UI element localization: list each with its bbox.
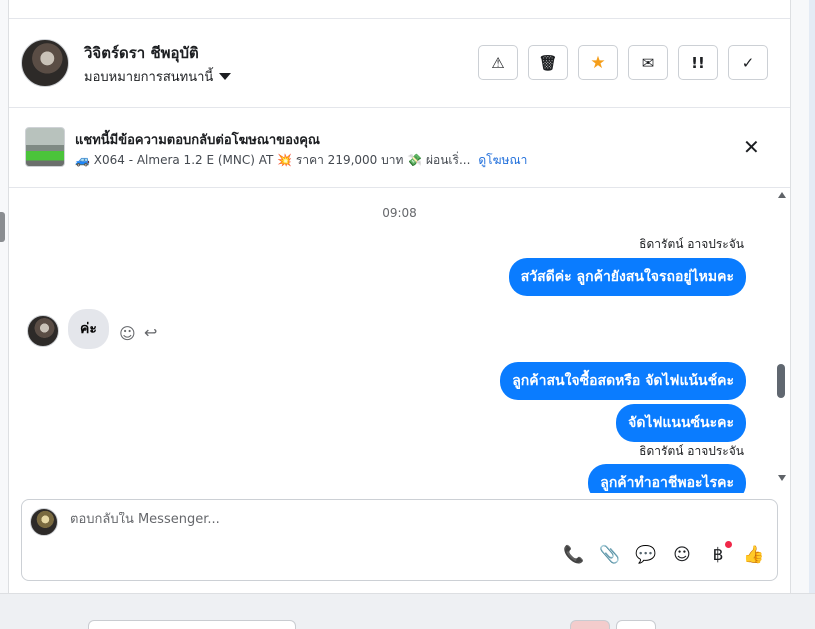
reply-arrow-icon[interactable]: ↩ bbox=[144, 323, 157, 342]
mark-done-button[interactable]: ✓ bbox=[728, 45, 768, 80]
banner-title: แชทนี้มีข้อความตอบกลับต่อโฆษณาของคุณ bbox=[75, 133, 320, 148]
scroll-thumb[interactable] bbox=[777, 364, 785, 398]
baht-icon: ฿ bbox=[712, 545, 724, 565]
phone-plus-icon: 📞 bbox=[563, 545, 585, 565]
attach-button[interactable]: 📎 bbox=[599, 544, 621, 566]
outgoing-message[interactable]: จัดไฟแนนซ์นะคะ bbox=[616, 404, 746, 442]
report-spam-button[interactable]: ⚠ bbox=[478, 45, 518, 80]
contact-avatar[interactable] bbox=[21, 39, 69, 87]
payment-button[interactable]: ฿ bbox=[707, 541, 732, 566]
banner-subtitle: 🚙 X064 - Almera 1.2 E (MNC) AT 💥 ราคา 21… bbox=[75, 151, 527, 170]
page-avatar bbox=[30, 508, 58, 536]
star-button[interactable]: ★ bbox=[578, 45, 618, 80]
contact-avatar-small[interactable] bbox=[27, 315, 59, 347]
header-actions: ⚠ 🗑 ★ ✉ !! ✓ bbox=[478, 45, 768, 80]
follow-up-button[interactable]: !! bbox=[678, 45, 718, 80]
message-thread[interactable]: 09:08 ธิดารัตน์ อาจประจัน สวัสดีค่ะ ลูกค… bbox=[9, 188, 790, 493]
incoming-message[interactable]: ค่ะ bbox=[68, 309, 109, 349]
exclamation-icon: !! bbox=[691, 53, 705, 72]
envelope-icon: ✉ bbox=[641, 53, 655, 72]
view-ad-link[interactable]: ดูโฆษณา bbox=[478, 151, 527, 170]
taskbar-item[interactable] bbox=[570, 620, 610, 629]
smiley-icon: ☺ bbox=[673, 545, 691, 565]
outgoing-message[interactable]: ลูกค้าสนใจซื้อสดหรือ จัดไฟแน้นช์คะ bbox=[500, 362, 746, 400]
check-icon: ✓ bbox=[741, 53, 755, 72]
notification-dot bbox=[725, 541, 732, 548]
close-icon[interactable]: ✕ bbox=[743, 135, 760, 159]
composer-toolbar: 📞 📎 💬 ☺ ฿ 👍 bbox=[563, 541, 765, 566]
delete-button[interactable]: 🗑 bbox=[528, 45, 568, 80]
conversation-header: วิจิตร์ดรา ชีพอุบัติ มอบหมายการสนทนานี้ … bbox=[9, 19, 790, 108]
assign-label: มอบหมายการสนทนานี้ bbox=[84, 70, 214, 85]
ad-reply-banner: แชทนี้มีข้อความตอบกลับต่อโฆษณาของคุณ 🚙 X… bbox=[9, 108, 790, 188]
paperclip-icon: 📎 bbox=[599, 545, 621, 565]
like-button[interactable]: 👍 bbox=[743, 544, 765, 566]
trash-icon: 🗑 bbox=[538, 53, 558, 72]
message-scrollbar[interactable] bbox=[775, 188, 787, 493]
taskbar bbox=[0, 593, 815, 629]
assign-dropdown[interactable]: มอบหมายการสนทนานี้ bbox=[84, 66, 232, 87]
left-panel-edge bbox=[0, 0, 9, 593]
left-scroll-handle[interactable] bbox=[0, 212, 5, 242]
chat-bubble-icon: 💬 bbox=[635, 545, 657, 565]
outgoing-message[interactable]: สวัสดีค่ะ ลูกค้ายังสนใจรถอยู่ไหมคะ bbox=[508, 258, 746, 296]
saved-replies-button[interactable]: 💬 bbox=[635, 544, 657, 566]
caret-down-icon bbox=[219, 73, 232, 80]
taskbar-item[interactable] bbox=[88, 620, 296, 629]
reply-composer: 📞 📎 💬 ☺ ฿ 👍 bbox=[21, 499, 778, 581]
sender-name: ธิดารัตน์ อาจประจัน bbox=[639, 444, 744, 458]
taskbar-item[interactable] bbox=[616, 620, 656, 629]
ad-thumbnail[interactable] bbox=[25, 127, 65, 167]
outgoing-message[interactable]: ลูกค้าทำอาชีพอะไรคะ bbox=[588, 464, 746, 493]
star-icon: ★ bbox=[590, 52, 606, 73]
reply-input[interactable] bbox=[70, 512, 750, 527]
react-smiley-icon[interactable]: ☺ bbox=[119, 324, 136, 343]
mark-unread-button[interactable]: ✉ bbox=[628, 45, 668, 80]
thumbs-up-icon: 👍 bbox=[743, 545, 765, 565]
contact-name[interactable]: วิจิตร์ดรา ชีพอุบัติ bbox=[84, 41, 199, 65]
message-timestamp: 09:08 bbox=[382, 206, 417, 220]
scroll-down-arrow-icon[interactable] bbox=[778, 475, 786, 481]
sender-name: ธิดารัตน์ อาจประจัน bbox=[639, 237, 744, 251]
warning-icon: ⚠ bbox=[491, 53, 505, 72]
ad-description: 🚙 X064 - Almera 1.2 E (MNC) AT 💥 ราคา 21… bbox=[75, 153, 471, 167]
call-button[interactable]: 📞 bbox=[563, 544, 585, 566]
right-strip bbox=[809, 0, 815, 593]
right-panel-edge bbox=[790, 0, 815, 593]
scroll-up-arrow-icon[interactable] bbox=[778, 192, 786, 198]
inbox-window: วิจิตร์ดรา ชีพอุบัติ มอบหมายการสนทนานี้ … bbox=[0, 0, 815, 629]
emoji-button[interactable]: ☺ bbox=[671, 544, 693, 566]
